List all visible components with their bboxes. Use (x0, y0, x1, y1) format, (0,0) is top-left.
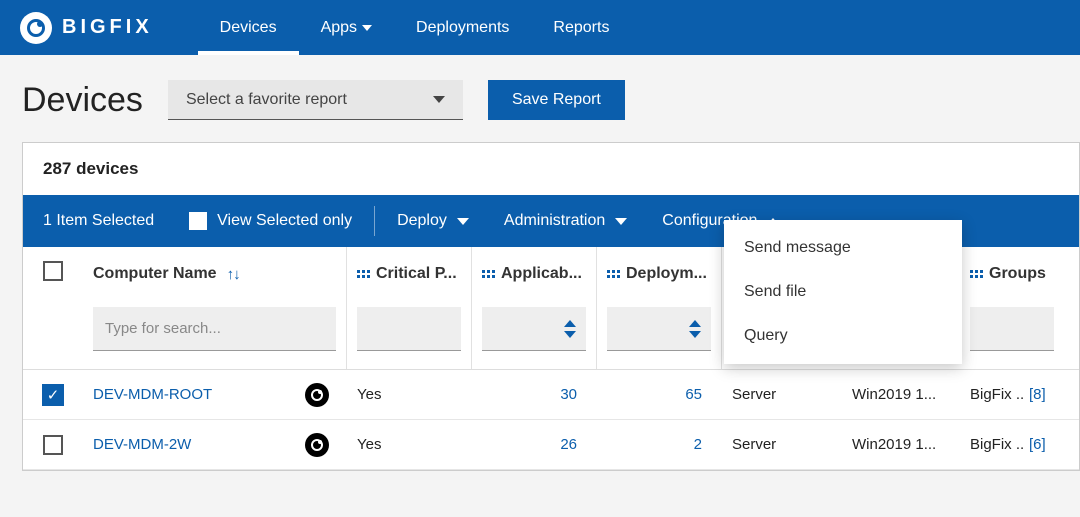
nav-items: Devices Apps Deployments Reports (198, 0, 632, 55)
spinner-down-icon[interactable] (689, 331, 701, 338)
row-os: Win2019 1... (842, 436, 960, 453)
nav-deployments-label: Deployments (416, 19, 509, 37)
menu-send-file[interactable]: Send file (724, 270, 962, 314)
row-type: Server (722, 386, 842, 403)
row-checkbox[interactable]: ✓ (42, 384, 64, 406)
row-name: DEV-MDM-2W (93, 436, 191, 453)
drag-handle-icon[interactable] (607, 270, 620, 278)
computer-name-link[interactable]: DEV-MDM-ROOT (83, 383, 347, 407)
spinner-down-icon[interactable] (564, 331, 576, 338)
number-spinner (564, 320, 576, 338)
row-critical: Yes (347, 436, 472, 453)
select-all-checkbox[interactable] (43, 261, 63, 281)
bigfix-logo-icon (20, 12, 52, 44)
view-selected-only-label: View Selected only (217, 212, 352, 230)
row-os: Win2019 1... (842, 386, 960, 403)
column-applicable-label: Applicab... (501, 265, 582, 283)
row-name: DEV-MDM-ROOT (93, 386, 212, 403)
column-deployments-label: Deploym... (626, 265, 707, 283)
column-checkbox (23, 247, 83, 369)
column-groups-label: Groups (989, 265, 1046, 283)
top-nav: BIGFIX Devices Apps Deployments Reports (0, 0, 1080, 55)
favorite-report-placeholder: Select a favorite report (186, 91, 347, 109)
row-checkbox[interactable] (43, 435, 63, 455)
row-applicable-link[interactable]: 30 (472, 386, 597, 403)
deploy-label: Deploy (397, 212, 447, 230)
checkbox-icon (189, 212, 207, 230)
column-groups[interactable]: Groups (960, 247, 1070, 369)
nav-devices-label: Devices (220, 19, 277, 37)
row-group-count-link[interactable]: [6] (1025, 436, 1056, 453)
chevron-down-icon (362, 25, 372, 31)
table-row: DEV-MDM-2W Yes 26 2 Server Win2019 1... … (23, 420, 1079, 470)
chevron-down-icon (433, 96, 445, 103)
groups-filter-input[interactable] (970, 307, 1054, 351)
selection-status: 1 Item Selected (43, 212, 154, 230)
row-deployments-link[interactable]: 65 (597, 386, 722, 403)
row-critical: Yes (347, 386, 472, 403)
column-name-label: Computer Name (93, 265, 217, 283)
device-count: 287 devices (23, 143, 1079, 195)
applicable-filter-input[interactable] (482, 307, 586, 351)
brand-text: BIGFIX (62, 16, 153, 39)
row-group-count-link[interactable]: [8] (1025, 386, 1056, 403)
column-critical-label: Critical P... (376, 265, 457, 283)
computer-name-link[interactable]: DEV-MDM-2W (83, 433, 347, 457)
brand[interactable]: BIGFIX (20, 12, 153, 44)
save-report-button[interactable]: Save Report (488, 80, 625, 120)
bigfix-agent-icon (305, 383, 329, 407)
search-placeholder: Type for search... (105, 320, 221, 337)
configuration-dropdown-menu: Send message Send file Query (724, 220, 962, 364)
column-computer-name[interactable]: Computer Name ↑↓ Type for search... (83, 247, 347, 369)
administration-label: Administration (504, 212, 605, 230)
nav-reports[interactable]: Reports (531, 0, 631, 55)
bigfix-agent-icon (305, 433, 329, 457)
row-deployments-link[interactable]: 2 (597, 436, 722, 453)
view-selected-only-toggle[interactable]: View Selected only (189, 212, 352, 230)
column-deployments[interactable]: Deploym... (597, 247, 722, 369)
spinner-up-icon[interactable] (689, 320, 701, 327)
row-applicable-link[interactable]: 26 (472, 436, 597, 453)
nav-deployments[interactable]: Deployments (394, 0, 531, 55)
nav-apps-label: Apps (321, 19, 357, 37)
nav-devices[interactable]: Devices (198, 0, 299, 55)
menu-send-message[interactable]: Send message (724, 226, 962, 270)
drag-handle-icon[interactable] (482, 270, 495, 278)
row-group: BigFix ... (960, 436, 1025, 453)
divider (374, 206, 375, 236)
nav-reports-label: Reports (553, 19, 609, 37)
sort-icon[interactable]: ↑↓ (227, 266, 240, 283)
chevron-down-icon (457, 218, 469, 225)
deploy-menu-button[interactable]: Deploy (397, 212, 469, 230)
page-header: Devices Select a favorite report Save Re… (0, 55, 1080, 142)
spinner-up-icon[interactable] (564, 320, 576, 327)
column-critical[interactable]: Critical P... (347, 247, 472, 369)
favorite-report-select[interactable]: Select a favorite report (168, 80, 463, 120)
table-row: ✓ DEV-MDM-ROOT Yes 30 65 Server Win2019 … (23, 370, 1079, 420)
number-spinner (689, 320, 701, 338)
drag-handle-icon[interactable] (970, 270, 983, 278)
menu-query[interactable]: Query (724, 314, 962, 358)
deployments-filter-input[interactable] (607, 307, 711, 351)
drag-handle-icon[interactable] (357, 270, 370, 278)
search-input[interactable]: Type for search... (93, 307, 336, 351)
row-type: Server (722, 436, 842, 453)
row-group: BigFix ... (960, 386, 1025, 403)
column-applicable[interactable]: Applicab... (472, 247, 597, 369)
administration-menu-button[interactable]: Administration (504, 212, 627, 230)
page-title: Devices (22, 81, 143, 120)
critical-filter-input[interactable] (357, 307, 461, 351)
chevron-down-icon (615, 218, 627, 225)
nav-apps[interactable]: Apps (299, 0, 394, 55)
